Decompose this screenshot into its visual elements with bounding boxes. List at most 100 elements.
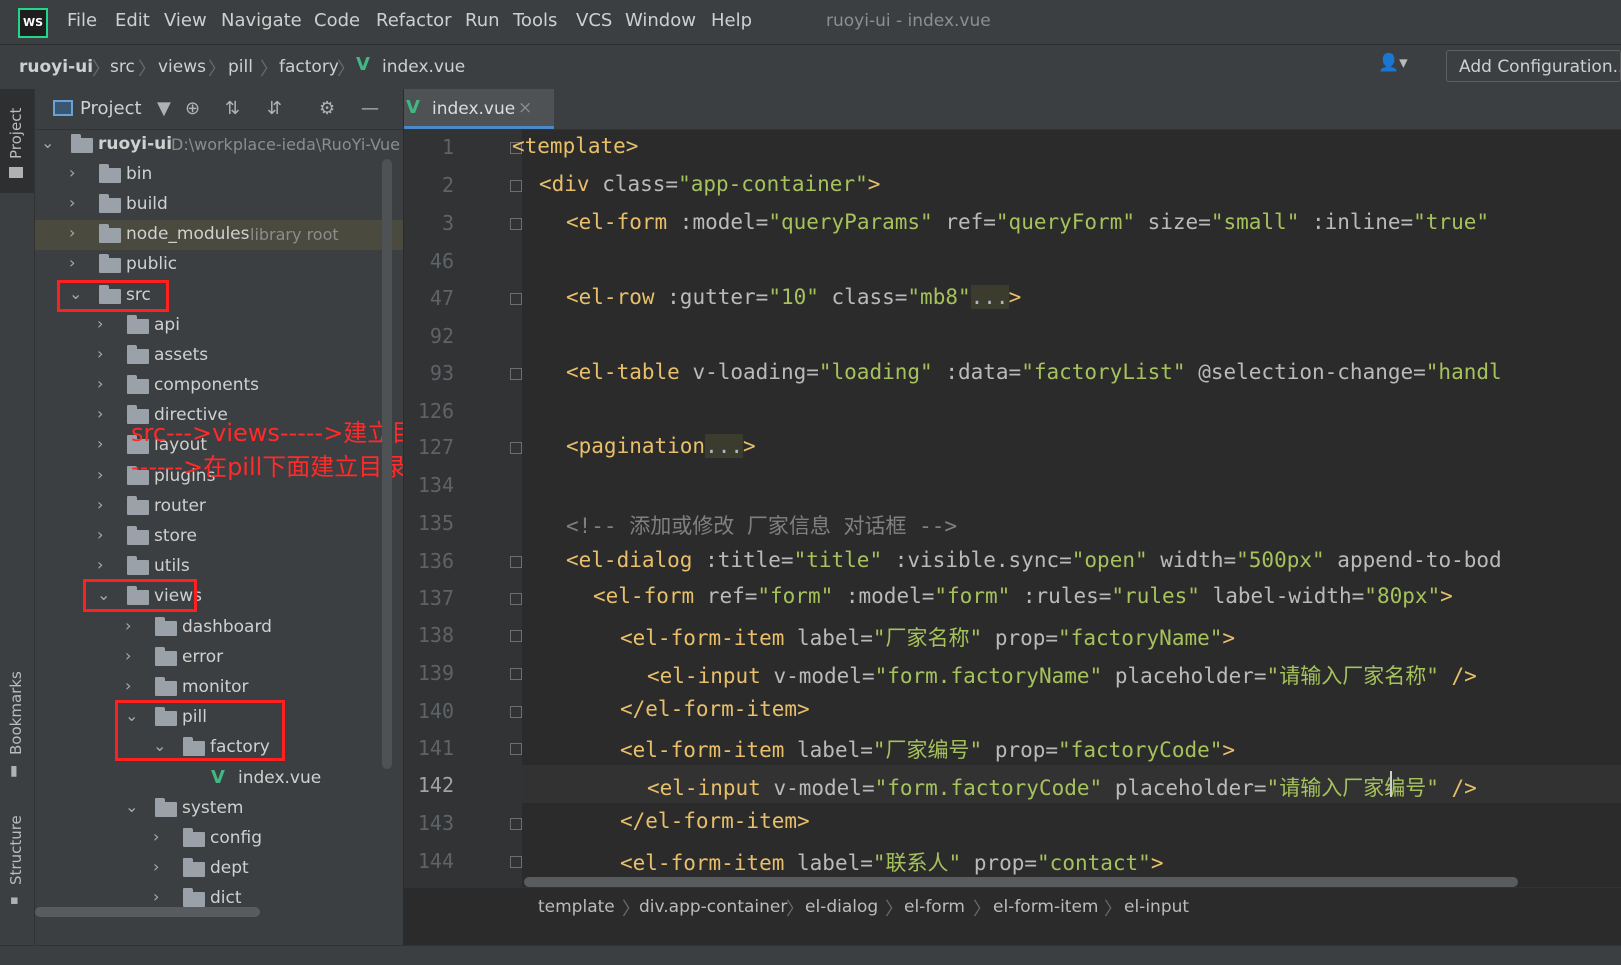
tree-item-index-vue[interactable]: V index.vue: [35, 764, 403, 794]
chevron-right-icon[interactable]: ›: [97, 374, 103, 393]
chevron-down-icon[interactable]: ⌄: [125, 797, 138, 816]
tree-item-api[interactable]: › api: [35, 311, 403, 341]
bookmarks-tool-tab[interactable]: Bookmarks ▮: [0, 657, 34, 787]
menu-view[interactable]: View: [164, 10, 207, 31]
menu-code[interactable]: Code: [314, 10, 360, 31]
chevron-right-icon[interactable]: ›: [125, 616, 131, 635]
code-line-141[interactable]: <el-form-item label="厂家编号" prop="factory…: [620, 734, 1235, 764]
breadcrumb-views[interactable]: views: [158, 57, 206, 77]
chevron-right-icon[interactable]: ›: [125, 676, 131, 695]
code-line-136[interactable]: <el-dialog :title="title" :visible.sync=…: [566, 548, 1502, 572]
expand-fold-icon[interactable]: [510, 218, 522, 230]
chevron-right-icon[interactable]: ›: [153, 827, 159, 846]
code-line-137[interactable]: <el-form ref="form" :model="form" :rules…: [593, 584, 1453, 608]
fold-marker-icon[interactable]: [510, 743, 522, 755]
project-tool-tab[interactable]: Project: [0, 89, 34, 193]
gear-icon[interactable]: ⚙: [319, 98, 335, 119]
chevron-right-icon[interactable]: ›: [97, 465, 103, 484]
code-line-2[interactable]: <div class="app-container">: [539, 172, 880, 196]
tree-item-router[interactable]: › router: [35, 492, 403, 522]
breadcrumb-factory[interactable]: factory: [279, 57, 339, 77]
code-line-1[interactable]: <template>: [512, 134, 638, 158]
project-vertical-scrollbar[interactable]: [382, 159, 392, 769]
code-line-143[interactable]: </el-form-item>: [620, 809, 810, 833]
editor-crumb-div[interactable]: div.app-container: [639, 897, 787, 917]
menu-window[interactable]: Window: [625, 10, 696, 31]
fold-marker-icon[interactable]: [510, 856, 522, 868]
menu-help[interactable]: Help: [711, 10, 752, 31]
chevron-right-icon[interactable]: ›: [97, 434, 103, 453]
editor-crumb-template[interactable]: template: [538, 897, 615, 917]
chevron-right-icon[interactable]: ›: [97, 314, 103, 333]
breadcrumb-project[interactable]: ruoyi-ui: [19, 57, 93, 77]
editor-crumb-el-input[interactable]: el-input: [1124, 897, 1189, 917]
chevron-down-icon[interactable]: ⌄: [41, 133, 54, 152]
code-line-47[interactable]: <el-row :gutter="10" class="mb8"...>: [566, 285, 1021, 309]
editor-crumb-el-dialog[interactable]: el-dialog: [805, 897, 878, 917]
fold-marker-icon[interactable]: [510, 593, 522, 605]
expand-fold-icon[interactable]: [510, 293, 522, 305]
chevron-right-icon[interactable]: ›: [69, 223, 75, 242]
collapse-all-icon[interactable]: ⇵: [267, 98, 282, 119]
menu-file[interactable]: File: [67, 10, 97, 31]
code-line-138[interactable]: <el-form-item label="厂家名称" prop="factory…: [620, 622, 1235, 652]
chevron-right-icon[interactable]: ›: [69, 163, 75, 182]
code-line-127[interactable]: <pagination...>: [566, 434, 756, 458]
menu-vcs[interactable]: VCS: [576, 10, 612, 31]
expand-all-icon[interactable]: ⇅: [225, 98, 240, 119]
code-line-139[interactable]: <el-input v-model="form.factoryName" pla…: [647, 660, 1477, 690]
breadcrumb-pill[interactable]: pill: [228, 57, 253, 77]
tree-item-ruoyi-ui[interactable]: ⌄ ruoyi-ui D:\workplace-ieda\RuoYi-Vue: [35, 130, 403, 160]
chevron-right-icon[interactable]: ›: [69, 193, 75, 212]
chevron-right-icon[interactable]: ›: [97, 555, 103, 574]
structure-tool-tab[interactable]: Structure ▪: [0, 799, 34, 909]
tree-item-utils[interactable]: › utils: [35, 552, 403, 582]
project-panel-title[interactable]: Project: [80, 98, 142, 119]
chevron-right-icon[interactable]: ›: [97, 525, 103, 544]
tree-item-system[interactable]: ⌄ system: [35, 794, 403, 824]
tree-item-build[interactable]: › build: [35, 190, 403, 220]
add-configuration-button[interactable]: Add Configuration...: [1446, 50, 1621, 82]
menu-refactor[interactable]: Refactor: [376, 10, 452, 31]
tree-item-monitor[interactable]: › monitor: [35, 673, 403, 703]
tree-item-components[interactable]: › components: [35, 371, 403, 401]
tree-item-bin[interactable]: › bin: [35, 160, 403, 190]
chevron-right-icon[interactable]: ›: [69, 253, 75, 272]
close-tab-icon[interactable]: ×: [518, 98, 532, 118]
breadcrumb-file[interactable]: index.vue: [382, 57, 465, 77]
tree-item-dept[interactable]: › dept: [35, 854, 403, 884]
editor-crumb-el-form-item[interactable]: el-form-item: [993, 897, 1099, 917]
user-account-icon[interactable]: 👤▾: [1378, 53, 1408, 73]
minimize-icon[interactable]: —: [361, 98, 379, 119]
code-line-93[interactable]: <el-table v-loading="loading" :data="fac…: [566, 360, 1502, 384]
code-line-144[interactable]: <el-form-item label="联系人" prop="contact"…: [620, 847, 1163, 877]
code-line-140[interactable]: </el-form-item>: [620, 697, 810, 721]
tree-item-node-modules[interactable]: › node_modules library root: [35, 220, 403, 250]
menu-run[interactable]: Run: [465, 10, 500, 31]
code-line-3[interactable]: <el-form :model="queryParams" ref="query…: [566, 210, 1489, 234]
fold-end-icon[interactable]: [510, 818, 522, 830]
fold-marker-icon[interactable]: [510, 556, 522, 568]
menu-edit[interactable]: Edit: [115, 10, 150, 31]
tree-item-store[interactable]: › store: [35, 522, 403, 552]
chevron-right-icon[interactable]: ›: [153, 857, 159, 876]
dropdown-arrow-icon[interactable]: ▼: [157, 98, 171, 119]
menu-navigate[interactable]: Navigate: [221, 10, 302, 31]
locate-icon[interactable]: ⊕: [185, 98, 200, 119]
menu-tools[interactable]: Tools: [513, 10, 557, 31]
expand-fold-icon[interactable]: [510, 442, 522, 454]
expand-fold-icon[interactable]: [510, 368, 522, 380]
tree-item-assets[interactable]: › assets: [35, 341, 403, 371]
code-line-142[interactable]: <el-input v-model="form.factoryCode" pla…: [647, 772, 1477, 802]
project-horizontal-scrollbar[interactable]: [35, 907, 260, 917]
chevron-right-icon[interactable]: ›: [125, 646, 131, 665]
tree-item-config[interactable]: › config: [35, 824, 403, 854]
editor-crumb-el-form[interactable]: el-form: [904, 897, 965, 917]
fold-marker-icon[interactable]: [510, 180, 522, 192]
tree-item-dashboard[interactable]: › dashboard: [35, 613, 403, 643]
tree-item-public[interactable]: › public: [35, 250, 403, 280]
breadcrumb-src[interactable]: src: [110, 57, 135, 77]
chevron-right-icon[interactable]: ›: [97, 404, 103, 423]
chevron-right-icon[interactable]: ›: [97, 495, 103, 514]
fold-end-icon[interactable]: [510, 706, 522, 718]
